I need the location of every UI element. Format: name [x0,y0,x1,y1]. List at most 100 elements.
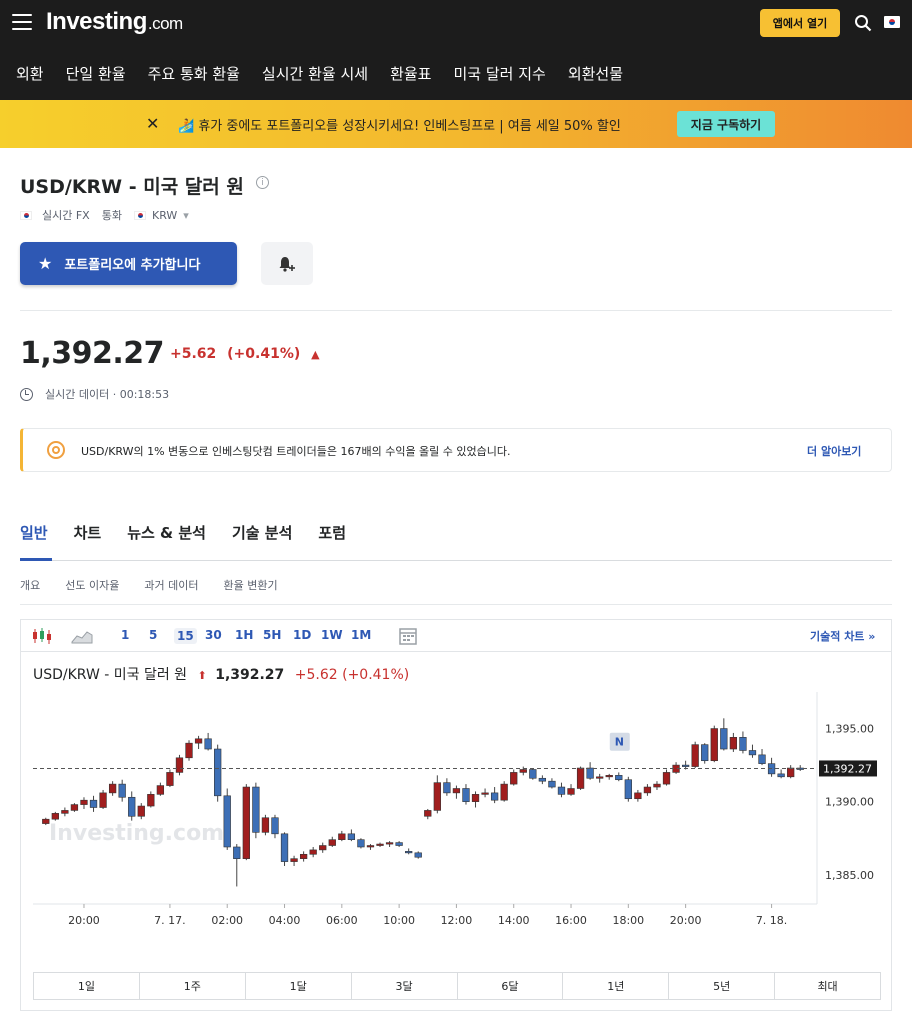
range-selector: 1일 1주 1달 3달 6달 1년 5년 최대 [33,972,881,1000]
candle-body [481,792,489,795]
nav-item-rate-table[interactable]: 환율표 [390,63,431,84]
promo-banner: ✕ 🏄 휴가 중에도 포트폴리오를 성장시키세요! 인베스팅프로 | 여름 세일… [0,100,912,148]
close-icon[interactable]: ✕ [146,114,159,133]
range-max[interactable]: 최대 [775,973,880,999]
range-1m[interactable]: 1달 [246,973,352,999]
tab-news-analysis[interactable]: 뉴스 & 분석 [127,522,206,543]
x-tick-label: 02:00 [211,914,243,927]
interval-15m[interactable]: 15 [174,628,197,644]
divider [20,604,892,605]
interval-30m[interactable]: 30 [205,628,222,642]
interval-1w[interactable]: 1W [321,628,343,642]
range-1y[interactable]: 1년 [563,973,670,999]
subscribe-button[interactable]: 지금 구독하기 [677,111,775,137]
technical-chart-link[interactable]: 기술적 차트 » [810,628,875,644]
candle-body [80,799,88,805]
area-chart-icon[interactable] [71,628,93,644]
meta-realtime: 실시간 FX [42,209,90,222]
divider [20,310,892,311]
nav-item-fx-futures[interactable]: 외환선물 [568,63,623,84]
candle-body [338,833,346,840]
candle-body [385,842,394,845]
currency-selector[interactable]: KRW [152,209,177,222]
chevron-down-icon[interactable]: ▾ [183,209,189,222]
range-6m[interactable]: 6달 [458,973,564,999]
candle-body [624,779,632,800]
nav-item-live-rates[interactable]: 실시간 환율 시세 [262,63,368,84]
x-tick-label: 18:00 [612,914,644,927]
candle-body [758,754,766,764]
subtab-forward-rates[interactable]: 선도 이자율 [65,577,119,593]
nav-item-single-rate[interactable]: 단일 환율 [66,63,126,84]
create-alert-button[interactable] [261,242,313,285]
tab-chart[interactable]: 차트 [74,522,102,543]
learn-more-link[interactable]: 더 알아보기 [807,443,861,459]
candle-body [51,813,59,820]
candle-body [653,783,661,788]
y-tick-label: 1,390.00 [825,796,874,809]
x-tick-label: 16:00 [555,914,587,927]
change-percent: (+0.41%) [227,346,301,362]
subtab-converter[interactable]: 환율 변환기 [223,577,277,593]
tab-forum[interactable]: 포럼 [318,522,346,543]
main-tabs: 일반 차트 뉴스 & 분석 기술 분석 포럼 [20,522,372,543]
nav-item-major-rates[interactable]: 주요 통화 환율 [148,63,240,84]
tab-general[interactable]: 일반 [20,522,48,543]
price-chart-widget: 1 5 15 30 1H 5H 1D 1W 1M 기술적 차트 » USD/KR… [20,619,892,1011]
candle-body [204,738,212,750]
range-5y[interactable]: 5년 [669,973,776,999]
search-icon[interactable] [854,14,872,32]
candle-body [729,737,738,750]
nav-item-dollar-index[interactable]: 미국 달러 지수 [453,63,545,84]
range-1d[interactable]: 1일 [34,973,140,999]
candle-body [366,845,375,848]
candle-body [720,728,728,750]
interval-5h[interactable]: 5H [263,628,281,642]
info-banner-text: USD/KRW의 1% 변동으로 인베스팅닷컴 트레이더들은 167배의 수익을… [81,445,511,458]
candle-body [443,782,451,794]
subtab-overview[interactable]: 개요 [20,577,40,593]
candle-body [586,767,594,779]
realtime-status: 실시간 데이터 · 00:18:53 [20,386,169,402]
interval-1h[interactable]: 1H [235,628,253,642]
candlestick-chart[interactable]: Investing.com 1,385.00 1,390.00 1,395.00 1,… [21,692,891,962]
candle-body [500,783,508,801]
korea-flag-icon[interactable] [133,210,146,220]
interval-1mo[interactable]: 1M [351,628,371,642]
bell-plus-icon [279,256,295,272]
add-to-portfolio-button[interactable]: ★ 포트폴리오에 추가합니다 [20,242,237,285]
chart-header: USD/KRW - 미국 달러 원 ⬆ 1,392.27 +5.62 (+0.4… [33,664,409,684]
candle-body [299,853,308,859]
hamburger-menu-icon[interactable] [12,14,32,30]
promo-message[interactable]: 🏄 휴가 중에도 포트폴리오를 성장시키세요! 인베스팅프로 | 여름 세일 5… [178,115,621,134]
interval-1d[interactable]: 1D [293,628,311,642]
x-tick-label: 12:00 [441,914,473,927]
candle-body [271,817,279,835]
range-3m[interactable]: 3달 [352,973,458,999]
open-in-app-button[interactable]: 앱에서 열기 [760,9,840,37]
candle-body [691,744,699,767]
candle-body [233,846,241,859]
candle-body [519,769,527,773]
tab-divider [20,560,892,561]
candle-body [357,839,365,848]
candle-body [61,810,69,814]
candle-body [643,786,652,794]
chart-price: 1,392.27 [215,667,285,683]
tab-technical[interactable]: 기술 분석 [232,522,292,543]
candlestick-chart-icon[interactable] [31,627,53,645]
investing-logo[interactable]: Investing.com [46,8,183,36]
candle-body [490,792,499,801]
clock-icon [20,387,33,401]
candle-body [328,839,336,846]
candle-body [748,750,757,756]
calendar-icon[interactable] [398,626,418,646]
subtab-historical-data[interactable]: 과거 데이터 [144,577,198,593]
interval-1m[interactable]: 1 [121,628,129,642]
info-icon[interactable]: i [256,176,269,189]
candle-body [156,785,165,795]
nav-item-forex[interactable]: 외환 [16,63,44,84]
interval-5m[interactable]: 5 [149,628,157,642]
korea-flag-icon[interactable] [884,16,900,28]
range-1w[interactable]: 1주 [140,973,246,999]
